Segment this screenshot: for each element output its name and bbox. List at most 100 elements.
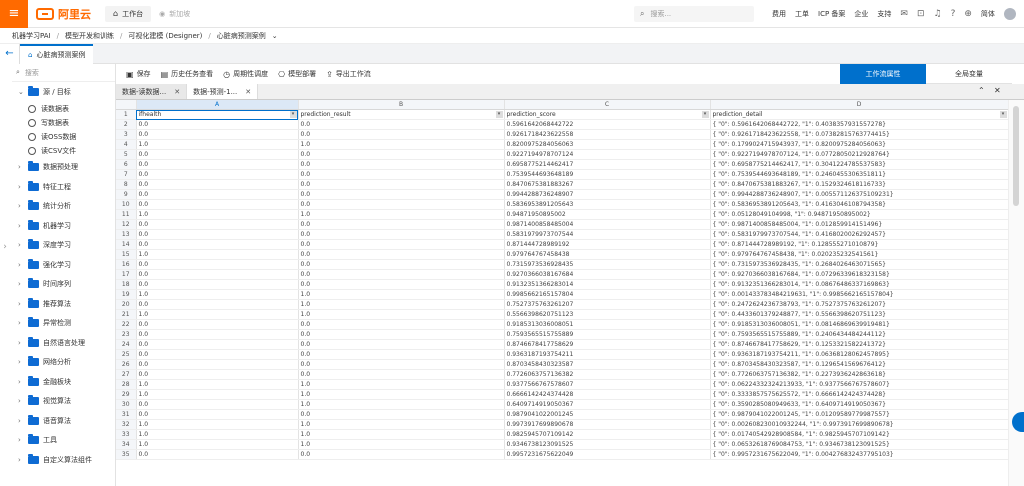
- table-cell[interactable]: 1.0: [136, 289, 299, 300]
- table-cell[interactable]: { "0": 0.9261718423622558, "1": 0.073828…: [710, 129, 1008, 140]
- table-cell[interactable]: 0.0: [136, 179, 299, 190]
- table-cell[interactable]: 0.0: [136, 129, 299, 140]
- table-cell[interactable]: { "0": 0.8703458430323587, "1": 0.129654…: [710, 359, 1008, 370]
- table-cell[interactable]: 0.6958775214462417: [504, 159, 711, 170]
- table-cell[interactable]: 0.0: [298, 319, 505, 330]
- table-cell[interactable]: 0.9944288736248907: [504, 189, 711, 200]
- breadcrumb-experiment[interactable]: 心脏病预测案例: [217, 31, 266, 41]
- table-cell[interactable]: 0.0: [298, 359, 505, 370]
- table-cell[interactable]: 0.871444728989192: [504, 239, 711, 250]
- table-cell[interactable]: 1.0: [298, 399, 505, 410]
- bell-icon[interactable]: ♫: [934, 9, 942, 19]
- table-cell[interactable]: 0.0: [136, 159, 299, 170]
- table-cell[interactable]: 0.0: [136, 239, 299, 250]
- column-letter[interactable]: A: [136, 100, 299, 110]
- scrollbar-thumb[interactable]: [1013, 106, 1019, 206]
- table-cell[interactable]: 0.0: [136, 229, 299, 240]
- close-all-icon[interactable]: ✕: [994, 86, 1001, 95]
- table-cell[interactable]: 0.8746678417758629: [504, 339, 711, 350]
- table-cell[interactable]: { "0": 0.06224332324213933, "1": 0.93775…: [710, 379, 1008, 390]
- menu-icon[interactable]: ≡: [0, 0, 28, 28]
- table-cell[interactable]: { "0": 0.5961642068442722, "1": 0.403835…: [710, 119, 1008, 130]
- table-cell[interactable]: 0.9132351366283014: [504, 279, 711, 290]
- table-cell[interactable]: 0.0: [136, 189, 299, 200]
- table-cell[interactable]: 0.7539544693648189: [504, 169, 711, 180]
- menu-enterprise[interactable]: 企业: [854, 9, 868, 19]
- cart-icon[interactable]: ⊡: [917, 9, 925, 19]
- tab-global-variables[interactable]: 全局变量: [926, 64, 1012, 84]
- table-cell[interactable]: { "0": 0.3590285080949633, "1": 0.640971…: [710, 399, 1008, 410]
- table-cell[interactable]: { "0": 0.6958775214462417, "1": 0.304122…: [710, 159, 1008, 170]
- table-cell[interactable]: 1.0: [298, 419, 505, 430]
- table-cell[interactable]: 0.0: [298, 229, 505, 240]
- tree-group[interactable]: › 金融板块: [12, 372, 115, 392]
- collapse-up-icon[interactable]: ⌃: [978, 86, 985, 95]
- help-icon[interactable]: ?: [951, 9, 956, 19]
- tree-group[interactable]: › 机器学习: [12, 216, 115, 236]
- tree-group[interactable]: › 自定义算法组件: [12, 450, 115, 470]
- table-cell[interactable]: 1.0: [136, 309, 299, 320]
- table-cell[interactable]: 0.0: [298, 179, 505, 190]
- table-cell[interactable]: 0.9871400858485004: [504, 219, 711, 230]
- table-cell[interactable]: { "0": 0.871444728989192, "1": 0.1285552…: [710, 239, 1008, 250]
- table-cell[interactable]: 0.0: [298, 329, 505, 340]
- column-letter[interactable]: B: [298, 100, 505, 110]
- tree-item-read-csv[interactable]: 读CSV文件: [12, 144, 115, 158]
- table-cell[interactable]: { "0": 0.5831979973707544, "1": 0.416802…: [710, 229, 1008, 240]
- table-cell[interactable]: { "0": 0.8746678417758629, "1": 0.125332…: [710, 339, 1008, 350]
- tree-group[interactable]: › 推荐算法: [12, 294, 115, 314]
- table-cell[interactable]: { "0": 0.002608230010932244, "1": 0.9973…: [710, 419, 1008, 430]
- table-cell[interactable]: 1.0: [298, 379, 505, 390]
- table-cell[interactable]: { "0": 0.9957231675622049, "1": 0.004276…: [710, 449, 1008, 460]
- table-cell[interactable]: 0.94871950895002: [504, 209, 711, 220]
- table-cell[interactable]: 0.9363187193754211: [504, 349, 711, 360]
- breadcrumb-model-dev[interactable]: 模型开发和训练: [65, 31, 114, 41]
- table-cell[interactable]: 0.5836953891205643: [504, 199, 711, 210]
- column-header[interactable]: prediction_score ▾: [504, 109, 711, 120]
- menu-icp[interactable]: ICP 备案: [818, 9, 845, 19]
- table-cell[interactable]: 0.8200975284056063: [504, 139, 711, 150]
- tab-data-predict[interactable]: 数据-预测-1... ✕: [187, 84, 259, 99]
- globe-icon[interactable]: ⊕: [964, 9, 972, 19]
- table-cell[interactable]: { "0": 0.979764767458438, "1": 0.0202352…: [710, 249, 1008, 260]
- tree-group[interactable]: › 工具: [12, 431, 115, 451]
- table-cell[interactable]: 0.0: [298, 119, 505, 130]
- table-cell[interactable]: 0.9973917699890678: [504, 419, 711, 430]
- table-cell[interactable]: 0.0: [136, 299, 299, 310]
- mail-icon[interactable]: ✉: [900, 9, 908, 19]
- table-cell[interactable]: 1.0: [298, 289, 505, 300]
- table-cell[interactable]: 1.0: [136, 389, 299, 400]
- table-cell[interactable]: 1.0: [136, 439, 299, 450]
- table-cell[interactable]: 1.0: [298, 439, 505, 450]
- aliyun-logo[interactable]: 阿里云: [36, 6, 91, 22]
- column-header[interactable]: prediction_result ▾: [298, 109, 505, 120]
- tree-item-write-table[interactable]: 写数据表: [12, 116, 115, 130]
- tree-group[interactable]: › 特征工程: [12, 177, 115, 197]
- table-cell[interactable]: 0.0: [298, 369, 505, 380]
- dropdown-icon[interactable]: ▾: [701, 111, 709, 118]
- avatar[interactable]: [1003, 8, 1016, 20]
- table-cell[interactable]: 1.0: [298, 389, 505, 400]
- table-cell[interactable]: 0.0: [298, 449, 505, 460]
- table-cell[interactable]: 0.0: [136, 409, 299, 420]
- tree-group-source-target[interactable]: ⌄ 源 / 目标: [12, 82, 115, 102]
- table-cell[interactable]: { "0": 0.9871400858485004, "1": 0.012859…: [710, 219, 1008, 230]
- table-cell[interactable]: { "0": 0.3333857575625572, "1": 0.666614…: [710, 389, 1008, 400]
- tab-experiment[interactable]: ⌂ 心脏病预测案例: [20, 43, 94, 64]
- tree-group[interactable]: › 强化学习: [12, 255, 115, 275]
- table-cell[interactable]: { "0": 0.9227194978707124, "1": 0.077280…: [710, 149, 1008, 160]
- table-cell[interactable]: 1.0: [136, 249, 299, 260]
- table-cell[interactable]: 0.0: [136, 339, 299, 350]
- tree-group[interactable]: › 数据预处理: [12, 158, 115, 178]
- table-cell[interactable]: 0.0: [136, 319, 299, 330]
- table-cell[interactable]: 0.0: [136, 369, 299, 380]
- table-cell[interactable]: 0.0: [298, 129, 505, 140]
- global-search-input[interactable]: ⌕ 搜索...: [634, 6, 754, 22]
- workbench-button[interactable]: ⌂ 工作台: [105, 5, 152, 22]
- column-header[interactable]: prediction_detail ▾: [710, 109, 1008, 120]
- table-cell[interactable]: { "0": 0.9363187193754211, "1": 0.063681…: [710, 349, 1008, 360]
- history-button[interactable]: ▤ 历史任务查看: [161, 69, 214, 79]
- table-cell[interactable]: 0.0: [136, 119, 299, 130]
- table-cell[interactable]: 0.979764767458438: [504, 249, 711, 260]
- table-cell[interactable]: 0.0: [136, 199, 299, 210]
